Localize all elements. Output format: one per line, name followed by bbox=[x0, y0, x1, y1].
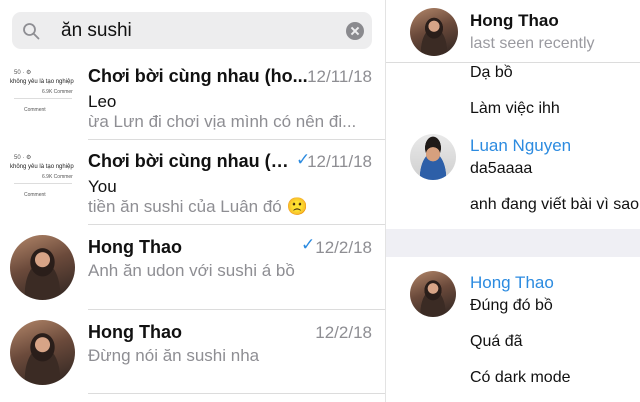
chat-contact-name[interactable]: Hong Thao bbox=[470, 11, 559, 31]
chat-title: Chơi bời cùng nhau (h... bbox=[88, 151, 292, 171]
message-preview: Đừng nói ăn sushi nha bbox=[88, 346, 260, 365]
check-icon: ✓ bbox=[301, 235, 316, 254]
result-row[interactable]: 50 · ⚙ không yêu là tạo nghiệp 6.9K Comm… bbox=[0, 140, 385, 225]
chat-status: last seen recently bbox=[470, 35, 595, 52]
search-results-pane: ăn sushi 50 · ⚙ không yêu là tạo nghiệp … bbox=[0, 0, 385, 402]
thumb-divider bbox=[14, 183, 72, 184]
message-preview: tiền ăn sushi của Luân đó 🙁 bbox=[88, 197, 308, 216]
avatar bbox=[10, 320, 75, 385]
chat-date: 12/2/18 bbox=[315, 238, 372, 257]
chat-thumbnail: 50 · ⚙ không yêu là tạo nghiệp 6.9K Comm… bbox=[8, 150, 76, 218]
message-preview: Anh ăn udon với sushi á bồ bbox=[88, 261, 295, 280]
chat-pane: Hong Thao last seen recently Dạ bồ Làm v… bbox=[386, 0, 640, 402]
chat-date: 12/11/18 bbox=[307, 67, 372, 86]
search-bar[interactable]: ăn sushi bbox=[12, 12, 372, 49]
message-sender: You bbox=[88, 177, 117, 196]
thumb-text: 50 · ⚙ bbox=[14, 155, 32, 161]
message-text: Dạ bồ bbox=[470, 64, 513, 81]
clear-icon[interactable] bbox=[346, 22, 364, 40]
thumb-text: 50 · ⚙ bbox=[14, 70, 32, 76]
chat-title: Chơi bời cùng nhau (ho... bbox=[88, 66, 308, 86]
chat-title: Hong Thao bbox=[88, 322, 182, 342]
avatar[interactable] bbox=[410, 134, 456, 180]
avatar bbox=[10, 235, 75, 300]
thumb-text: Comment bbox=[24, 192, 46, 198]
date-separator bbox=[386, 229, 640, 257]
message-author[interactable]: Hong Thao bbox=[470, 273, 554, 293]
thumb-text: 6.9K Commer bbox=[42, 89, 73, 95]
chat-thumbnail: 50 · ⚙ không yêu là tạo nghiệp 6.9K Comm… bbox=[8, 65, 76, 133]
message-author[interactable]: Luan Nguyen bbox=[470, 136, 571, 156]
message-text: Đúng đó bồ bbox=[470, 297, 553, 314]
message-sender: Leo bbox=[88, 92, 117, 111]
thumb-divider bbox=[14, 98, 72, 99]
search-icon bbox=[23, 23, 40, 40]
chat-date: 12/11/18 bbox=[307, 152, 372, 171]
message-text: Làm việc ihh bbox=[470, 100, 560, 117]
chat-title: Hong Thao bbox=[88, 237, 182, 257]
thumb-text: không yêu là tạo nghiệp bbox=[10, 164, 74, 170]
chat-date: 12/2/18 bbox=[315, 323, 372, 342]
row-divider bbox=[88, 393, 385, 394]
thumb-text: 6.9K Commer bbox=[42, 174, 73, 180]
result-row[interactable]: Hong Thao 12/2/18 Đừng nói ăn sushi nha bbox=[0, 310, 385, 402]
thumb-text: không yêu là tạo nghiệp bbox=[10, 79, 74, 85]
search-input[interactable]: ăn sushi bbox=[61, 20, 132, 42]
thumb-text: Comment bbox=[24, 107, 46, 113]
header-divider bbox=[386, 62, 640, 63]
contact-avatar[interactable] bbox=[410, 8, 458, 56]
result-row[interactable]: 50 · ⚙ không yêu là tạo nghiệp 6.9K Comm… bbox=[0, 55, 385, 140]
message-text: anh đang viết bài vì sao bbox=[470, 196, 640, 213]
message-preview: ừa Lưn đi chơi vịa mình có nên đi... bbox=[88, 112, 357, 131]
result-row[interactable]: Hong Thao ✓ 12/2/18 Anh ăn udon với sush… bbox=[0, 225, 385, 310]
message-text: Quá đã bbox=[470, 333, 523, 350]
message-text: da5aaaa bbox=[470, 160, 533, 177]
message-text: Có dark mode bbox=[470, 369, 571, 386]
avatar[interactable] bbox=[410, 271, 456, 317]
